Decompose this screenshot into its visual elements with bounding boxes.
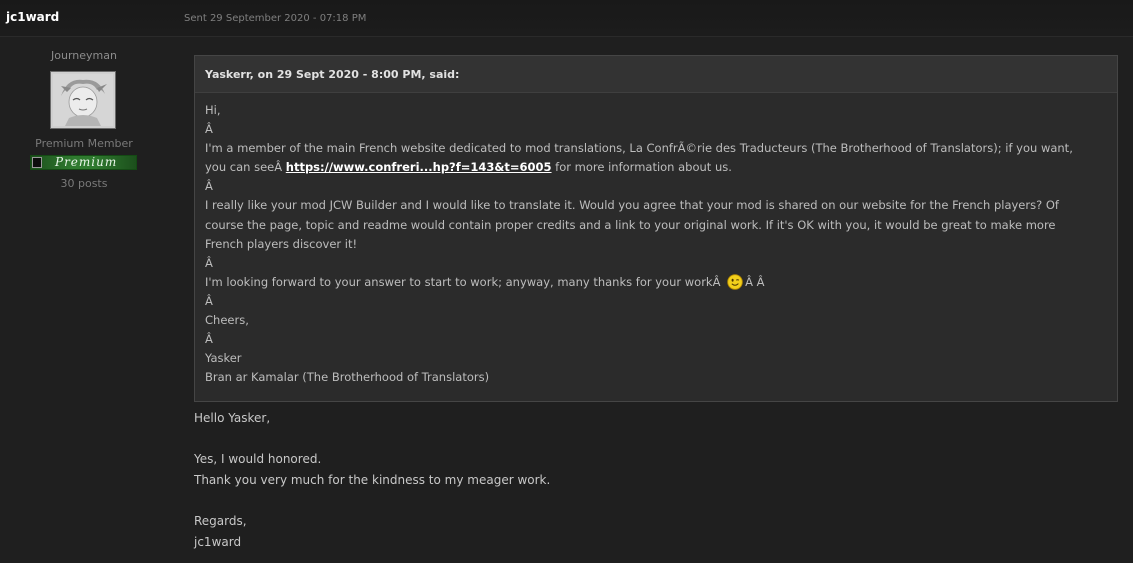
reply-line: Hello Yasker, [194, 411, 271, 425]
quote-line: Cheers, [205, 313, 249, 328]
premium-badge-label: Premium [55, 155, 118, 169]
quote-text: you can seeÂ [205, 160, 286, 175]
avatar[interactable] [50, 71, 116, 129]
quote-line: French players discover it! [205, 236, 358, 251]
member-group: Premium Member [35, 137, 133, 150]
quote-citation: Yaskerr, on 29 Sept 2020 - 8:00 PM, said… [195, 56, 1117, 93]
quote-block: Yaskerr, on 29 Sept 2020 - 8:00 PM, said… [194, 55, 1118, 402]
quote-line: I really like your mod JCW Builder and I… [205, 198, 1059, 213]
wink-smiley-icon [727, 274, 743, 290]
member-title: Journeyman [51, 49, 117, 62]
reply-blank-line [194, 491, 550, 512]
reply-line: Yes, I would honored. [194, 452, 322, 467]
reply-line: Thank you very much for the kindness to … [194, 473, 551, 488]
quote-line: I'm a member of the main French website … [205, 141, 1073, 156]
avatar-image [53, 74, 113, 126]
premium-badge: Premium [30, 155, 137, 170]
confrerie-link[interactable]: https://www.confreri...hp?f=143&t=6005 [286, 160, 552, 174]
post-count: 30 posts [60, 177, 108, 190]
reply-line: Regards, [194, 514, 247, 529]
quote-text: Â Â [745, 274, 765, 289]
quote-line: Â [205, 179, 213, 194]
post-date: Sent 29 September 2020 - 07:18 PM [184, 13, 367, 24]
quote-line-with-link: you can seeÂ https://www.confreri...hp?f… [205, 158, 1117, 177]
post-header-bar: jc1ward Sent 29 September 2020 - 07:18 P… [0, 0, 1133, 37]
quote-body: Hi, Â I'm a member of the main French we… [195, 93, 1117, 387]
quote-line: Â [205, 255, 213, 270]
quote-line: Yasker [205, 351, 242, 366]
reply-signature: jc1ward [194, 535, 242, 550]
quote-line: Â [205, 332, 213, 347]
quote-line-with-smiley: I'm looking forward to your answer to st… [205, 273, 1117, 292]
quote-line: course the page, topic and readme would … [205, 217, 1056, 232]
author-name-link[interactable]: jc1ward [6, 10, 59, 24]
quote-text: I'm looking forward to your answer to st… [205, 274, 725, 289]
quote-line: Bran ar Kamalar (The Brotherhood of Tran… [205, 370, 490, 385]
quote-line: Hi, [205, 103, 221, 117]
reply-blank-line [194, 429, 550, 450]
quote-line: Â [205, 293, 213, 308]
reply-body: Hello Yasker, Yes, I would honored. Than… [194, 408, 550, 553]
premium-badge-icon [32, 157, 42, 168]
quote-text: for more information about us. [551, 160, 732, 175]
quote-line: Â [205, 122, 213, 137]
